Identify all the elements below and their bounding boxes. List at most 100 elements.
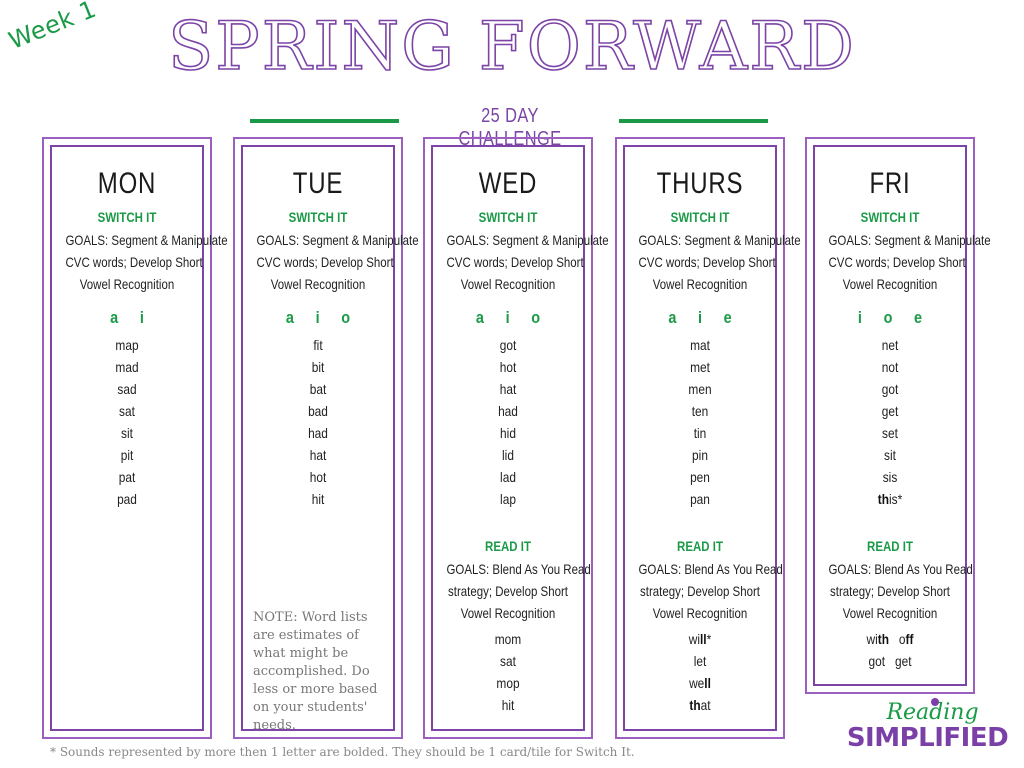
switch-it-word-list: map mad sad sat sit pit pat pad (52, 334, 202, 510)
card-content: TUE SWITCH IT GOALS: Segment & Manipulate C… (243, 147, 419, 510)
card-inner-border: THURS SWITCH IT GOALS: Segment & Manipulat… (623, 145, 801, 731)
read-it-goals-line: GOALS: Blend As You Read (446, 561, 591, 577)
word-item: got get (868, 653, 912, 669)
switch-it-word-list: got hot hat had hid lid lad lap (433, 334, 583, 510)
switch-it-goals-line: GOALS: Segment & Manipulate (446, 232, 609, 248)
read-it-goals-line: Vowel Recognition (652, 605, 748, 621)
read-it-word-list: mom sat mop hit (433, 628, 583, 716)
vowel-set: i o e (857, 308, 923, 327)
vowel-set: a i o (475, 308, 541, 327)
switch-it-goals-line: Vowel Recognition (460, 276, 556, 292)
read-it-block: READ IT GOALS: Blend As You Read strategy;… (815, 532, 973, 672)
switch-it-word-list: fit bit bat bad had hat hot hit (243, 334, 393, 510)
word-item: hit (311, 491, 325, 507)
switch-it-goals-line: Vowel Recognition (79, 276, 175, 292)
word-item: well (689, 675, 711, 691)
day-name: WED (478, 167, 538, 200)
word-item: got (881, 381, 899, 397)
day-name: THURS (656, 167, 744, 200)
card-content: MON SWITCH IT GOALS: Segment & Manipulate C… (52, 147, 228, 510)
switch-it-goals-line: CVC words; Develop Short (256, 254, 394, 270)
word-item: had (498, 403, 518, 419)
word-item: ten (691, 403, 709, 419)
word-item: mat (690, 337, 710, 353)
word-item: bad (308, 403, 328, 419)
read-it-goals-line: Vowel Recognition (460, 605, 556, 621)
read-it-word-list: with off got get (815, 628, 965, 672)
word-item: set (882, 425, 898, 441)
word-item: sit (884, 447, 896, 463)
day-card-thurs: THURS SWITCH IT GOALS: Segment & Manipulat… (615, 137, 801, 739)
switch-it-heading: SWITCH IT (670, 209, 730, 225)
card-content: WED SWITCH IT GOALS: Segment & Manipulate C… (433, 147, 609, 713)
word-item: let (693, 653, 707, 669)
word-item: mop (496, 675, 520, 691)
word-item: hat (309, 447, 327, 463)
switch-it-goals-line: CVC words; Develop Short (638, 254, 776, 270)
word-item: lad (500, 469, 516, 485)
word-item: mom (494, 631, 522, 647)
day-card-fri: FRI SWITCH IT GOALS: Segment & Manipulate C… (805, 137, 991, 694)
word-item: lap (500, 491, 516, 507)
read-it-goals-line: Vowel Recognition (842, 605, 938, 621)
switch-it-goals-line: GOALS: Segment & Manipulate (638, 232, 801, 248)
word-item: hot (309, 469, 327, 485)
word-item: hot (499, 359, 517, 375)
divider-right (619, 119, 768, 123)
switch-it-goals-line: CVC words; Develop Short (828, 254, 966, 270)
card-content: FRI SWITCH IT GOALS: Segment & Manipulate C… (815, 147, 991, 669)
read-it-goals-line: strategy; Develop Short (640, 583, 760, 599)
word-item: pin (692, 447, 708, 463)
logo-simplified: SIMPLIFIED (846, 723, 1009, 753)
page-title: SPRING FORWARD (0, 7, 1024, 86)
word-item: pan (690, 491, 710, 507)
read-it-word-list: will* let well that (625, 628, 775, 716)
word-item: pad (117, 491, 137, 507)
day-name: TUE (292, 167, 344, 200)
word-item: map (115, 337, 139, 353)
word-item: got (499, 337, 517, 353)
card-inner-border: FRI SWITCH IT GOALS: Segment & Manipulate C… (813, 145, 991, 686)
word-item: not (881, 359, 899, 375)
vowel-set: a i (110, 308, 144, 327)
read-it-heading: READ IT (485, 538, 531, 554)
word-item: hat (499, 381, 517, 397)
word-item: men (688, 381, 712, 397)
word-item: sis (882, 469, 898, 485)
read-it-block: READ IT GOALS: Blend As You Read strategy;… (433, 532, 591, 716)
word-item: tin (693, 425, 707, 441)
day-name: FRI (869, 167, 911, 200)
reading-simplified-logo: Reading SIMPLIFIED (845, 698, 1010, 754)
switch-it-goals-line: Vowel Recognition (842, 276, 938, 292)
switch-it-word-list: net not got get set sit sis this* (815, 334, 965, 510)
switch-it-goals-line: GOALS: Segment & Manipulate (256, 232, 419, 248)
word-item: get (881, 403, 899, 419)
divider-left (250, 119, 399, 123)
switch-it-heading: SWITCH IT (97, 209, 157, 225)
word-item: pat (118, 469, 136, 485)
word-list-note: NOTE: Word lists are estimates of what m… (253, 610, 378, 733)
read-it-heading: READ IT (677, 538, 723, 554)
switch-it-goals-line: Vowel Recognition (652, 276, 748, 292)
vowel-set: a i o (285, 308, 351, 327)
switch-it-goals-line: GOALS: Segment & Manipulate (65, 232, 228, 248)
switch-it-goals-line: CVC words; Develop Short (446, 254, 584, 270)
read-it-heading: READ IT (867, 538, 913, 554)
apple-icon (931, 698, 939, 706)
read-it-block: READ IT GOALS: Blend As You Read strategy;… (625, 532, 783, 716)
card-inner-border: TUE SWITCH IT GOALS: Segment & Manipulate C… (241, 145, 419, 733)
day-card-wed: WED SWITCH IT GOALS: Segment & Manipulate C… (423, 137, 609, 739)
day-name: MON (97, 167, 157, 200)
switch-it-heading: SWITCH IT (478, 209, 538, 225)
word-item: lid (502, 447, 514, 463)
word-item: net (881, 337, 899, 353)
footnote: * Sounds represented by more then 1 lett… (50, 745, 635, 759)
word-item: sat (500, 653, 516, 669)
switch-it-heading: SWITCH IT (860, 209, 920, 225)
day-card-mon: MON SWITCH IT GOALS: Segment & Manipulate C… (42, 137, 228, 739)
word-item: had (308, 425, 328, 441)
word-item: sit (121, 425, 133, 441)
word-item: this* (877, 491, 903, 507)
switch-it-goals-line: CVC words; Develop Short (65, 254, 203, 270)
word-item: sad (117, 381, 137, 397)
